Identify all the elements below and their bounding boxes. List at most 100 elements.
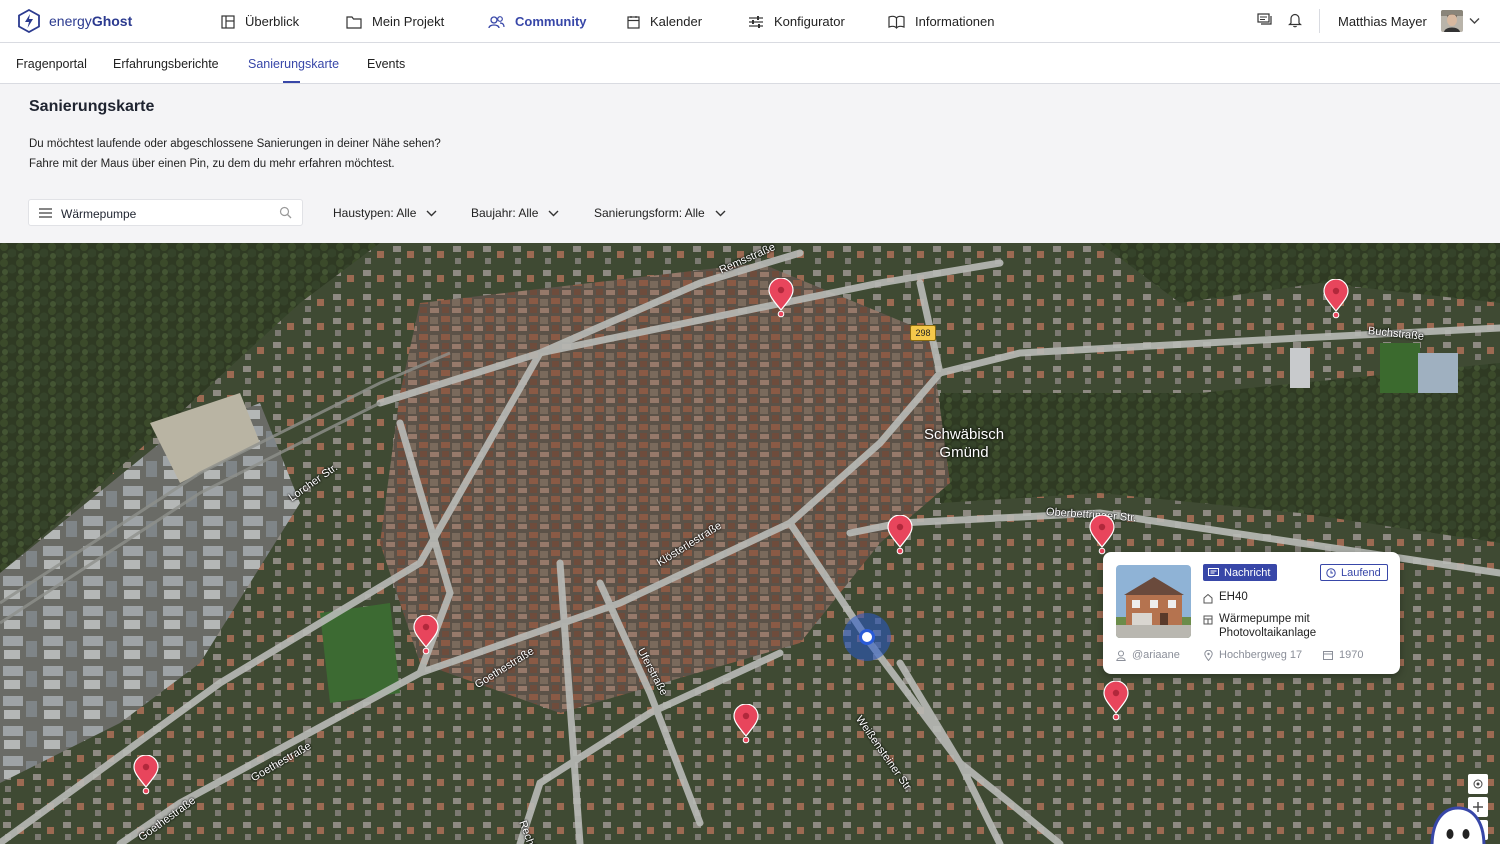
chevron-down-icon [548, 210, 559, 216]
filter-baujahr[interactable]: Baujahr: Alle [471, 206, 559, 220]
nav-ueberblick[interactable]: Überblick [221, 0, 299, 43]
map-pin-icon [133, 754, 159, 795]
status-badge: Laufend [1320, 564, 1388, 581]
map-pin[interactable] [1102, 680, 1130, 721]
calendar-icon [627, 15, 640, 29]
target-icon [1473, 779, 1483, 789]
nav-mein-projekt-label: Mein Projekt [372, 14, 445, 29]
message-icon [1208, 567, 1219, 576]
active-tab-indicator [283, 81, 300, 83]
nav-ueberblick-label: Überblick [245, 14, 300, 29]
road-number-badge: 298 [910, 325, 936, 341]
renovation-card[interactable]: Nachricht Laufend EH40 Wärmepumpe mit Ph… [1103, 552, 1400, 674]
card-year: 1970 [1323, 649, 1363, 661]
city-label: Schwäbisch Gmünd [924, 426, 1004, 462]
nav-konfigurator-label: Konfigurator [774, 14, 845, 29]
card-user[interactable]: @ariaane [1116, 649, 1180, 661]
nav-community[interactable]: Community [488, 0, 587, 43]
layout-icon [221, 14, 235, 29]
clock-icon [1326, 567, 1336, 578]
brand-prefix: energy [49, 13, 92, 29]
search-input[interactable]: Wärmepumpe [28, 199, 303, 226]
nav-informationen[interactable]: Informationen [888, 0, 995, 43]
city-label-line-2: Gmünd [939, 444, 989, 461]
brand-suffix: Ghost [91, 13, 133, 29]
ghost-assistant-icon[interactable] [1426, 806, 1490, 844]
nav-informationen-label: Informationen [915, 14, 995, 29]
measure-line-1: Wärmepumpe mit [1219, 613, 1310, 625]
badge-nachricht[interactable]: Nachricht [1203, 564, 1278, 581]
card-address-value: Hochbergweg 17 [1219, 649, 1303, 661]
map-pin-icon [887, 514, 913, 555]
card-address: Hochbergweg 17 [1204, 649, 1302, 661]
energy-standard-value: EH40 [1219, 591, 1248, 603]
map-pin[interactable] [412, 614, 440, 655]
map-pin[interactable] [1088, 514, 1116, 555]
filter-baujahr-label: Baujahr: Alle [471, 206, 539, 220]
logo-icon [18, 9, 40, 33]
locate-button[interactable] [1468, 774, 1488, 794]
sliders-icon [749, 15, 763, 28]
current-location-marker [843, 613, 891, 661]
bell-icon[interactable] [1288, 12, 1302, 28]
description-line-1: Du möchtest laufende oder abgeschlossene… [29, 138, 441, 150]
badge-nachricht-label: Nachricht [1224, 566, 1271, 579]
map-pin[interactable] [132, 754, 160, 795]
heatpump-icon [1203, 615, 1213, 625]
nav-kalender[interactable]: Kalender [627, 0, 702, 43]
map-pin-icon [768, 277, 794, 318]
search-value: Wärmepumpe [61, 207, 137, 221]
house-icon [1203, 593, 1213, 604]
chevron-down-icon [715, 210, 726, 216]
card-year-value: 1970 [1339, 649, 1364, 661]
top-navigation: energyGhost Überblick Mein Projekt Commu… [0, 0, 1500, 43]
filter-sanierungsform-label: Sanierungsform: Alle [594, 206, 705, 220]
brand-logo[interactable]: energyGhost [17, 9, 132, 33]
calendar-icon [1323, 651, 1333, 660]
nav-mein-projekt[interactable]: Mein Projekt [346, 0, 444, 43]
map-pin-icon [1103, 680, 1129, 721]
nav-kalender-label: Kalender [650, 14, 703, 29]
city-label-line-1: Schwäbisch [924, 426, 1005, 443]
map-pin-icon [1323, 278, 1349, 319]
chevron-down-icon [426, 210, 437, 216]
map-pin[interactable] [732, 703, 760, 744]
map-pin[interactable] [767, 277, 795, 318]
tab-events[interactable]: Events [367, 57, 405, 71]
community-icon [488, 15, 505, 28]
map-pin-icon [1089, 514, 1115, 555]
filter-haustypen-label: Haustypen: Alle [333, 206, 417, 220]
user-icon [1116, 650, 1126, 661]
sub-navigation: Fragenportal Erfahrungsberichte Sanierun… [0, 43, 1500, 84]
location-icon [1204, 649, 1213, 661]
divider [1319, 9, 1320, 33]
card-user-name: @ariaane [1132, 649, 1180, 661]
status-badge-label: Laufend [1341, 566, 1381, 579]
chevron-down-icon[interactable] [1469, 17, 1480, 25]
map-pin-icon [413, 614, 439, 655]
avatar[interactable] [1441, 10, 1463, 32]
description-line-2: Fahre mit der Maus über einen Pin, zu de… [29, 157, 395, 170]
map-pin[interactable] [1322, 278, 1350, 319]
filter-sanierungsform[interactable]: Sanierungsform: Alle [594, 206, 726, 220]
nav-konfigurator[interactable]: Konfigurator [748, 0, 845, 43]
tab-erfahrungsberichte[interactable]: Erfahrungsberichte [113, 57, 219, 71]
house-photo [1116, 565, 1191, 638]
folder-icon [346, 15, 362, 29]
tab-sanierungskarte[interactable]: Sanierungskarte [248, 57, 339, 71]
page-title: Sanierungskarte [29, 98, 155, 115]
page-header: Sanierungskarte Du möchtest laufende ode… [0, 84, 1500, 243]
messages-icon[interactable] [1257, 12, 1273, 28]
tab-fragenportal[interactable]: Fragenportal [16, 57, 87, 71]
nav-community-label: Community [515, 14, 587, 29]
search-icon[interactable] [279, 206, 292, 219]
energy-standard: EH40 [1203, 591, 1248, 604]
filter-haustypen[interactable]: Haustypen: Alle [333, 206, 437, 220]
menu-icon[interactable] [39, 208, 52, 218]
page-description: Du möchtest laufende oder abgeschlossene… [29, 135, 441, 174]
map-pin[interactable] [886, 514, 914, 555]
map-background [0, 243, 1500, 844]
user-name[interactable]: Matthias Mayer [1338, 14, 1427, 29]
map-pin-icon [733, 703, 759, 744]
satellite-map[interactable]: Remsstraße Buchstraße Lorcher Str. Klöst… [0, 243, 1500, 844]
